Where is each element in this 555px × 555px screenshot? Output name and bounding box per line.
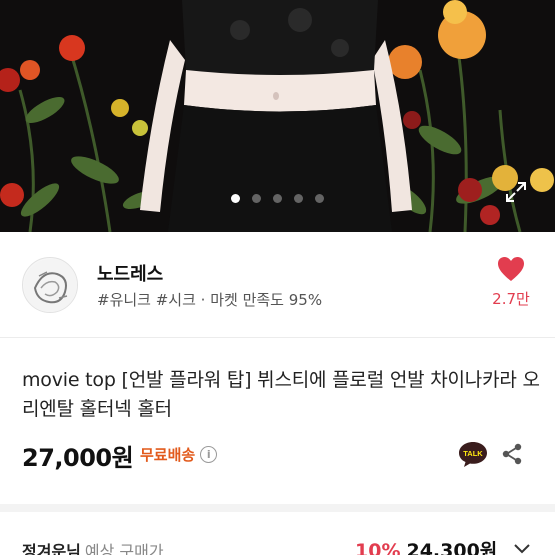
chevron-down-icon[interactable] xyxy=(512,540,532,555)
member-name: 정겨운님 xyxy=(22,542,81,555)
carousel-dot[interactable] xyxy=(231,194,240,203)
info-icon[interactable]: i xyxy=(200,446,218,463)
product-price: 27,000원 xyxy=(22,444,134,472)
member-sub-label: 예상 구매가 xyxy=(84,542,164,555)
member-price-label: 정겨운님 예상 구매가 xyxy=(22,538,164,555)
carousel-dot[interactable] xyxy=(294,194,303,203)
shop-info[interactable]: 노드레스 #유니크 #시크 · 마켓 만족도 95% 2.7만 xyxy=(0,232,555,338)
shop-avatar[interactable] xyxy=(22,257,78,313)
product-image-carousel[interactable] xyxy=(0,0,555,232)
talk-icon: TALK xyxy=(459,442,487,467)
member-discount[interactable]: 10% 24,300원 xyxy=(355,536,497,555)
shop-name[interactable]: 노드레스 xyxy=(97,260,163,286)
carousel-indicator xyxy=(0,194,555,203)
carousel-dot[interactable] xyxy=(273,194,282,203)
carousel-dot[interactable] xyxy=(315,194,324,203)
shipping-badge: 무료배송 i xyxy=(140,444,218,465)
discount-rate: 10% xyxy=(355,540,401,555)
share-icon xyxy=(502,443,522,465)
product-title: movie top [언발 플라워 탑] 뷔스티에 플로럴 언발 차이나카라 오… xyxy=(22,369,540,420)
discount-price: 24,300원 xyxy=(406,540,498,555)
section-divider xyxy=(0,504,555,512)
shop-tags: #유니크 #시크 · 마켓 만족도 95% xyxy=(97,291,323,309)
heart-icon xyxy=(498,257,524,281)
expand-icon[interactable] xyxy=(504,180,528,204)
like-count: 2.7만 xyxy=(492,290,530,308)
shipping-label: 무료배송 xyxy=(140,446,196,464)
carousel-dot[interactable] xyxy=(252,194,261,203)
share-button[interactable] xyxy=(500,442,524,470)
talk-button[interactable]: TALK xyxy=(458,440,488,472)
talk-label: TALK xyxy=(463,449,483,458)
like-button[interactable]: 2.7만 xyxy=(488,256,534,309)
